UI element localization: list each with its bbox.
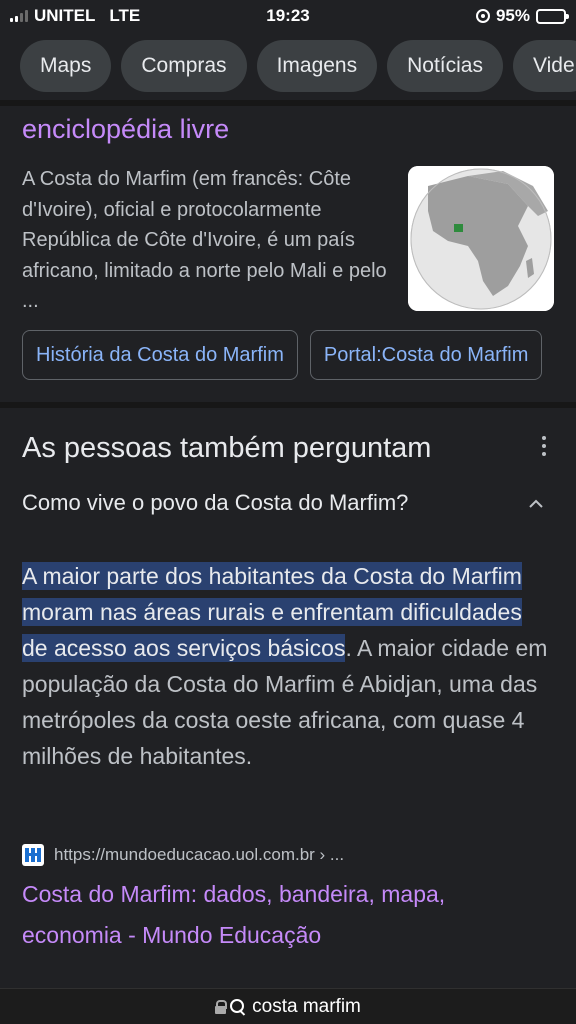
rotation-lock-icon [475,9,490,23]
paa-question[interactable]: Como vive o povo da Costa do Marfim? [22,490,408,516]
answer-highlight-end: . [345,635,352,661]
chip-imagens[interactable]: Imagens [256,40,378,92]
source-url: https://mundoeducacao.uol.com.br › ... [54,845,345,864]
chip-maps[interactable]: Maps [20,40,112,92]
paa-answer: A maior parte dos habitantes da Costa do… [22,558,552,774]
related-link-portal[interactable]: Portal:Costa do Marfim [309,330,543,380]
wiki-result: enciclopédia livre A Costa do Marfim (em… [0,106,576,402]
status-right: 95% [475,6,569,26]
source-result-title-link[interactable]: Costa do Marfim: dados, bandeira, mapa, … [22,874,542,956]
people-also-ask: As pessoas também perguntam Como vive o … [0,408,576,988]
result-snippet: A Costa do Marfim (em francês: Côte d'Iv… [22,168,387,312]
search-filter-chips: Maps Compras Imagens Notícias Vide [20,40,576,92]
more-options-icon[interactable] [538,436,550,456]
lock-icon [215,1000,228,1014]
chip-compras[interactable]: Compras [121,40,247,92]
url-bar-query: costa marfim [252,995,361,1017]
africa-globe-map-icon[interactable] [408,166,554,311]
related-links: História da Costa do Marfim Portal:Costa… [22,330,543,380]
url-bar[interactable]: costa marfim [0,988,576,1024]
search-icon [230,998,246,1015]
result-title-link[interactable]: enciclopédia livre [22,114,229,145]
chevron-up-icon[interactable] [528,496,544,512]
source-line[interactable]: https://mundoeducacao.uol.com.br › ... [22,844,344,866]
battery-icon [536,8,569,24]
chip-videos[interactable]: Vide [512,40,576,92]
status-bar: UNITEL LTE 19:23 95% [0,0,576,30]
battery-percent: 95% [495,6,530,25]
related-link-historia[interactable]: História da Costa do Marfim [22,330,298,380]
mundo-educacao-favicon-icon [22,844,44,866]
chip-noticias[interactable]: Notícias [387,40,503,92]
paa-heading: As pessoas também perguntam [22,432,432,464]
